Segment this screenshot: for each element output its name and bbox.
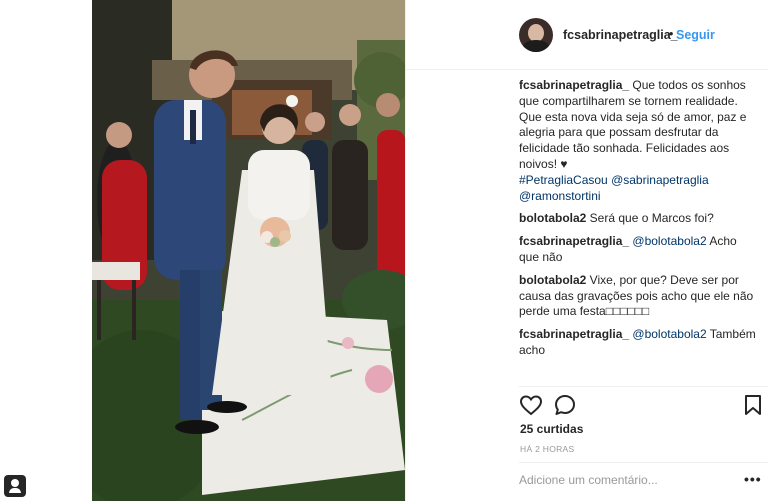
mention-link[interactable]: @bolotabola2: [632, 327, 706, 341]
divider: [519, 462, 768, 463]
header-username[interactable]: fcsabrinapetraglia_: [563, 28, 678, 42]
comment-username[interactable]: fcsabrinapetraglia_: [519, 234, 629, 248]
list-item: bolotabola2 Vixe, por que? Deve ser por …: [519, 273, 757, 320]
list-item: bolotabola2 Será que o Marcos foi?: [519, 211, 757, 227]
caption-comment: fcsabrinapetraglia_ Que todos os sonhos …: [519, 78, 757, 204]
wedding-photo-illustration: [92, 0, 405, 501]
follow-button[interactable]: Seguir: [676, 28, 715, 42]
header-separator: •: [669, 27, 674, 41]
hashtag-link[interactable]: #PetragliaCasou: [519, 173, 608, 187]
post-photo[interactable]: [92, 0, 405, 501]
mention-link[interactable]: @bolotabola2: [632, 234, 706, 248]
mention-link[interactable]: @sabrinapetraglia: [611, 173, 709, 187]
comment-username[interactable]: bolotabola2: [519, 211, 586, 225]
comments-list: fcsabrinapetraglia_ Que todos os sonhos …: [519, 78, 757, 366]
list-item: fcsabrinapetraglia_ @bolotabola2 Acho qu…: [519, 234, 757, 266]
action-bar: [519, 393, 761, 417]
post-timestamp: HÁ 2 HORAS: [520, 444, 575, 454]
user-tag-icon[interactable]: [4, 475, 26, 497]
more-options-button[interactable]: •••: [744, 471, 762, 487]
comment-username[interactable]: fcsabrinapetraglia_: [519, 78, 629, 92]
mention-link[interactable]: @ramonstortini: [519, 189, 601, 203]
likes-count[interactable]: 25 curtidas: [520, 422, 583, 436]
add-comment-input[interactable]: [519, 470, 729, 490]
divider: [519, 386, 768, 387]
heart-outline-icon[interactable]: [519, 393, 543, 417]
comment-text: Será que o Marcos foi?: [586, 211, 714, 226]
comment-username[interactable]: fcsabrinapetraglia_: [519, 327, 629, 341]
left-gutter: [0, 0, 92, 501]
bookmark-icon[interactable]: [741, 393, 765, 417]
avatar[interactable]: [519, 18, 553, 52]
speech-bubble-icon[interactable]: [553, 393, 577, 417]
comment-username[interactable]: bolotabola2: [519, 273, 586, 287]
list-item: fcsabrinapetraglia_ @bolotabola2 Também …: [519, 327, 757, 359]
